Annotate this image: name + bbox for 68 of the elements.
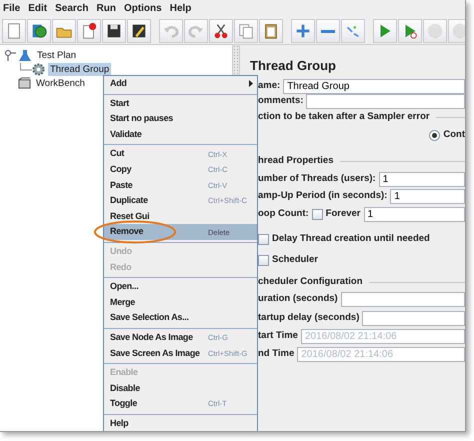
menu[interactable]: Help — [170, 0, 192, 18]
group-title: ction to be taken after a Sampler error — [258, 110, 430, 124]
text-field[interactable]: 1 — [378, 172, 465, 186]
tree-node[interactable]: WorkBench — [34, 76, 87, 90]
radio-button[interactable] — [429, 130, 440, 141]
pencil-floppy-icon — [130, 22, 148, 40]
checkbox[interactable] — [258, 254, 269, 266]
radio-label: Cont — [443, 128, 465, 142]
text-field[interactable]: Thread Group — [283, 78, 465, 94]
field-label: uration (seconds) — [258, 292, 338, 306]
toolbar-button[interactable] — [27, 19, 51, 43]
text-field[interactable]: 1 — [390, 188, 465, 204]
minus-icon — [321, 30, 335, 32]
tree-node[interactable]: Thread Group — [48, 62, 112, 76]
checkbox-label: Forever — [326, 207, 361, 222]
menu-item[interactable]: Disable — [104, 380, 257, 396]
blank-page-icon — [5, 22, 23, 40]
book-globe-icon — [30, 22, 48, 40]
menu-item[interactable]: Merge — [104, 294, 257, 310]
tree-node[interactable]: Test Plan — [35, 48, 78, 62]
menu[interactable]: Edit — [28, 0, 48, 18]
menu[interactable]: File — [3, 0, 20, 18]
toolbar-button[interactable] — [102, 19, 126, 43]
checkbox-label: Scheduler — [272, 252, 318, 267]
clipboard-icon — [262, 22, 280, 40]
menu-item[interactable]: Help — [104, 416, 257, 431]
menu[interactable]: Options — [124, 0, 162, 18]
checkbox-label: Delay Thread creation until needed — [272, 232, 430, 246]
toolbar-button[interactable] — [259, 19, 283, 43]
flask-icon — [18, 48, 32, 62]
group-title: hread Properties — [258, 154, 334, 168]
toolbar-button[interactable] — [209, 19, 233, 43]
close-document-icon — [80, 22, 98, 40]
field-label: nd Time — [258, 346, 294, 361]
gear-icon — [32, 62, 45, 76]
toolbar-button[interactable] — [127, 19, 151, 43]
menu-item[interactable]: Start no pauses — [104, 111, 257, 127]
scissors-icon — [212, 22, 230, 40]
menu-item[interactable]: Add — [104, 76, 257, 92]
copy-icon — [237, 22, 255, 40]
checkbox[interactable] — [258, 234, 269, 244]
workbench-icon — [18, 76, 31, 90]
field-label: tart Time — [258, 328, 298, 343]
checkbox[interactable] — [312, 209, 323, 220]
menu-item[interactable]: Open... — [104, 279, 257, 295]
field-label: oop Count: — [258, 207, 309, 222]
panel-title: Thread Group — [250, 57, 337, 75]
menu[interactable]: Run — [96, 0, 116, 18]
text-field[interactable] — [306, 94, 465, 109]
field-label: ame: — [258, 78, 280, 93]
menu-item[interactable]: Reset Gui — [104, 208, 257, 224]
floppy-icon — [105, 22, 123, 40]
stop-icon — [451, 22, 465, 40]
text-field[interactable] — [340, 292, 465, 306]
field-label: tartup delay (seconds) — [258, 310, 360, 325]
menu-item[interactable]: Validate — [104, 126, 257, 142]
field-label: omments: — [258, 94, 304, 108]
menu-item[interactable]: Save Selection As... — [104, 310, 257, 326]
menu-item[interactable]: Start — [104, 96, 257, 112]
text-field[interactable] — [362, 310, 465, 326]
stop-icon — [426, 22, 444, 40]
field-label: amp-Up Period (in seconds): — [258, 188, 388, 203]
menu[interactable]: Search — [55, 0, 88, 18]
group-title: cheduler Configuration — [258, 275, 362, 290]
field-label: umber of Threads (users): — [258, 172, 376, 186]
plus-icon — [294, 22, 312, 40]
text-field[interactable]: 1 — [364, 207, 465, 222]
tree-handle-icon[interactable] — [4, 49, 16, 61]
